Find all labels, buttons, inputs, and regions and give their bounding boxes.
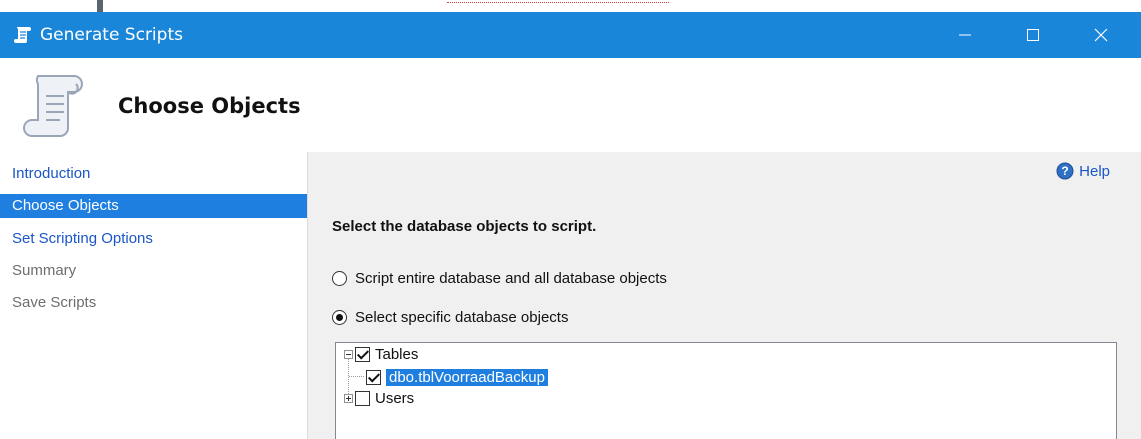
content-panel: ? Help Select the database objects to sc…	[307, 152, 1141, 439]
tree-node-users[interactable]: Users	[344, 389, 414, 407]
object-tree[interactable]: Tables dbo.tblVoorraadBackup Users	[335, 342, 1117, 439]
table-item-checkbox[interactable]	[366, 369, 381, 385]
radio-button[interactable]	[332, 271, 347, 286]
scroll-icon	[14, 27, 31, 43]
help-link[interactable]: ? Help	[1056, 162, 1110, 180]
help-icon: ?	[1056, 162, 1074, 180]
nav-item-choose-objects[interactable]: Choose Objects	[0, 194, 307, 218]
background-window-edge	[97, 0, 103, 12]
tree-node-table-item[interactable]: dbo.tblVoorraadBackup	[366, 368, 548, 386]
nav-item-summary: Summary	[12, 262, 77, 279]
minimize-icon	[959, 34, 971, 36]
svg-text:?: ?	[1061, 164, 1068, 178]
tree-connector	[349, 376, 364, 377]
wizard-navigation: Introduction Choose Objects Set Scriptin…	[0, 152, 307, 439]
tree-node-label: Users	[375, 389, 415, 407]
radio-label: Script entire database and all database …	[355, 270, 667, 287]
radio-specific-objects[interactable]: Select specific database objects	[332, 309, 568, 326]
radio-label: Select specific database objects	[355, 309, 569, 326]
window-title: Generate Scripts	[40, 25, 183, 45]
radio-button[interactable]	[332, 310, 347, 325]
tables-checkbox[interactable]	[355, 346, 370, 362]
minimize-button[interactable]	[942, 12, 988, 58]
nav-item-save-scripts: Save Scripts	[12, 294, 97, 311]
tree-node-label: dbo.tblVoorraadBackup	[386, 368, 548, 386]
expand-toggle[interactable]	[344, 393, 353, 403]
nav-item-introduction[interactable]: Introduction	[0, 162, 307, 186]
users-checkbox[interactable]	[355, 390, 370, 406]
background-strip	[0, 0, 1141, 12]
radio-entire-database[interactable]: Script entire database and all database …	[332, 270, 667, 287]
nav-item-set-scripting-options[interactable]: Set Scripting Options	[0, 227, 307, 251]
close-button[interactable]	[1078, 12, 1124, 58]
page-header: Choose Objects	[0, 58, 1141, 153]
scroll-icon	[23, 75, 83, 137]
tree-node-tables[interactable]: Tables	[344, 345, 418, 363]
tree-node-label: Tables	[375, 345, 419, 363]
collapse-toggle[interactable]	[344, 349, 353, 359]
help-label: Help	[1079, 162, 1110, 180]
background-underline	[447, 2, 669, 4]
maximize-button[interactable]	[1010, 12, 1056, 58]
title-bar[interactable]: Generate Scripts	[0, 12, 1141, 58]
instruction-text: Select the database objects to script.	[332, 218, 597, 235]
page-title: Choose Objects	[118, 94, 301, 118]
close-icon	[1094, 28, 1108, 42]
maximize-icon	[1027, 29, 1039, 41]
